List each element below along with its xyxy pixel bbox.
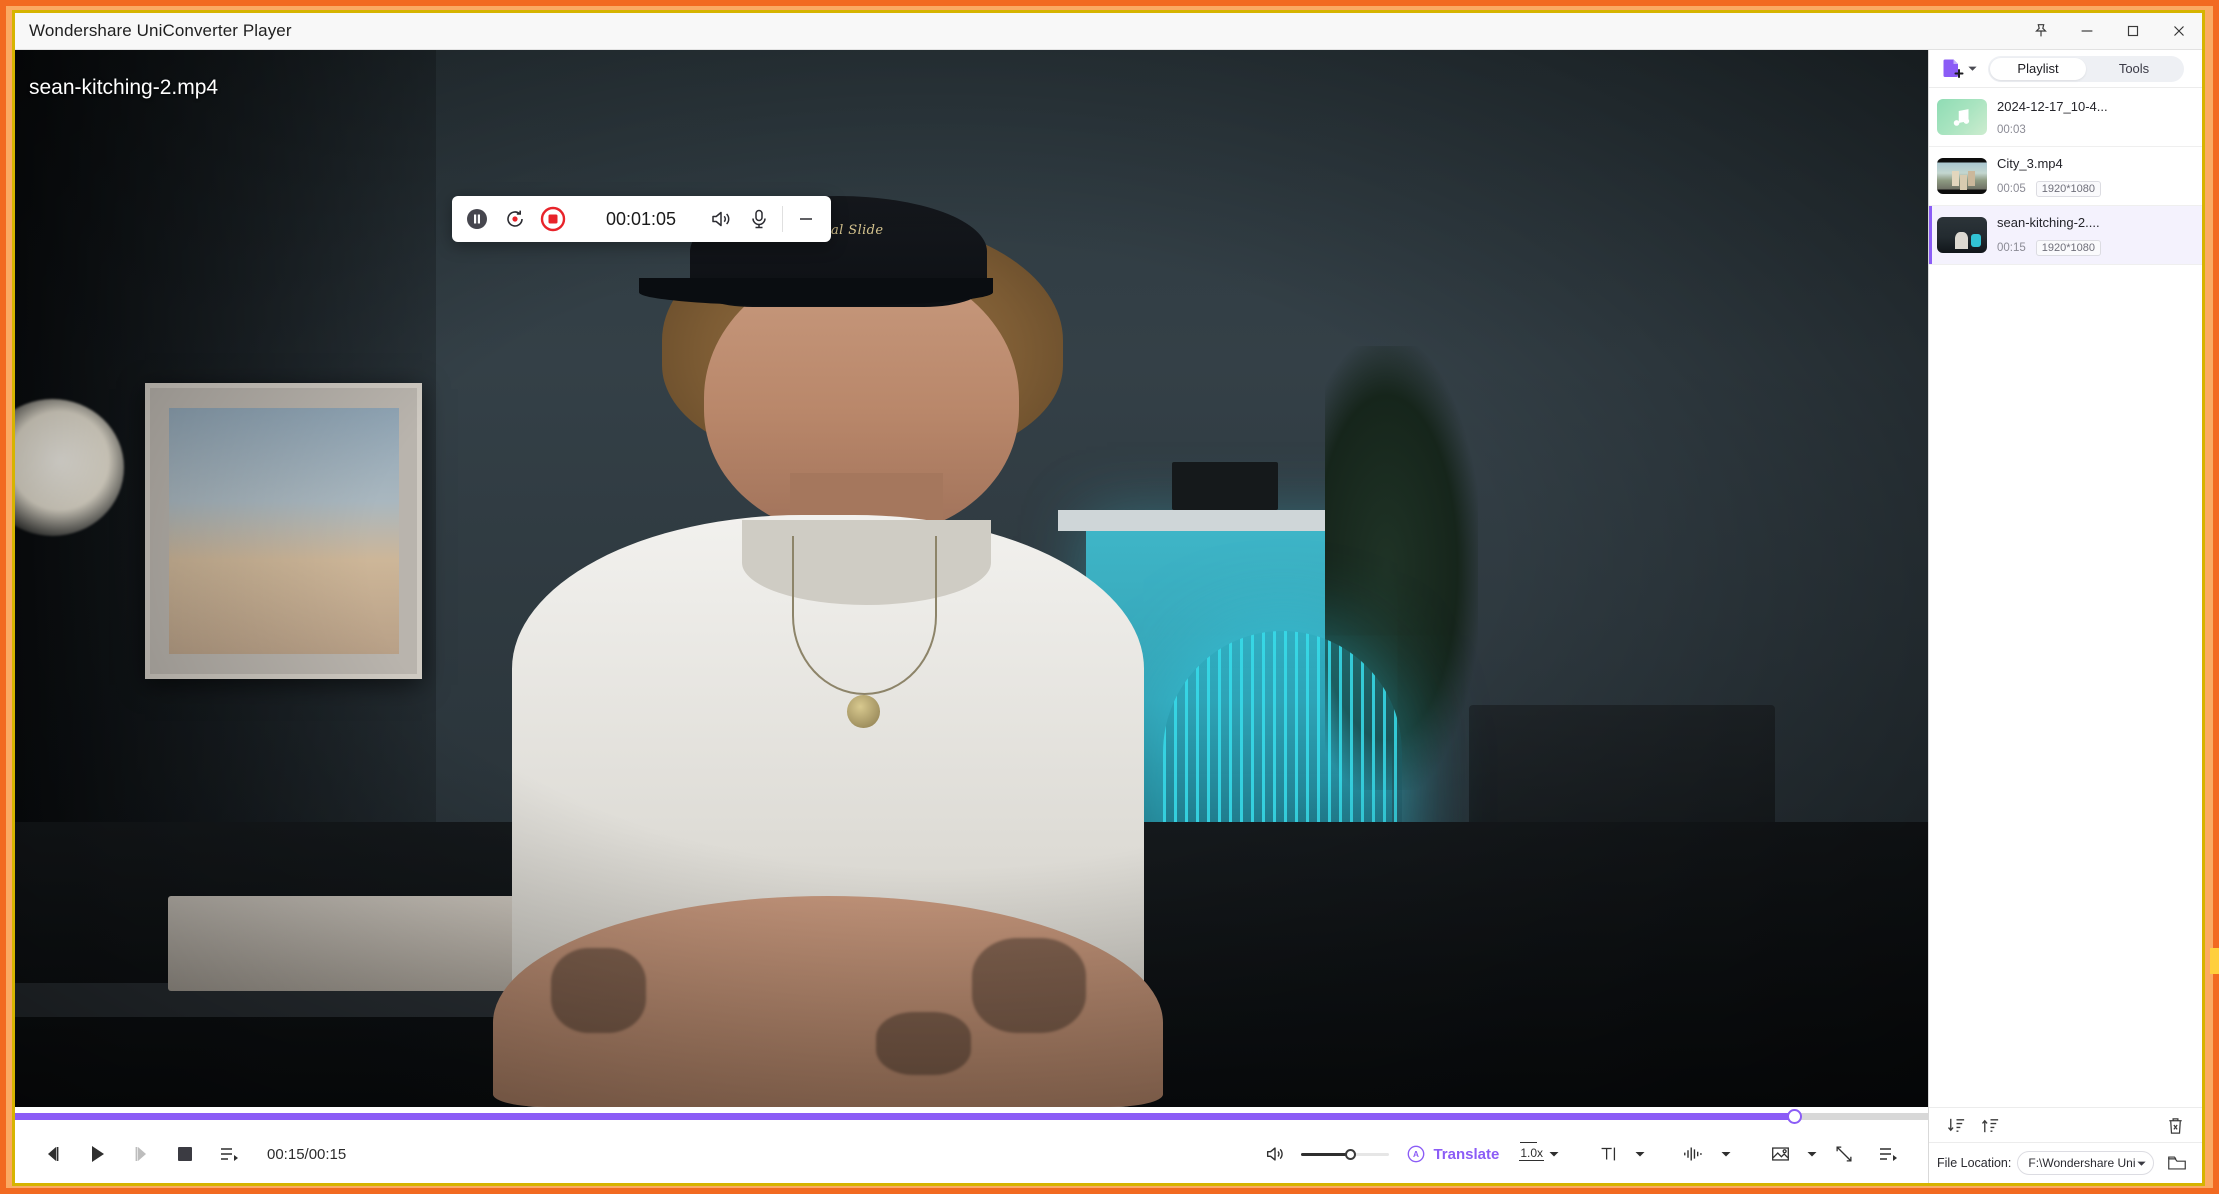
volume-icon[interactable] — [1253, 1132, 1297, 1176]
snapshot-control[interactable] — [1736, 1132, 1822, 1176]
volume-slider[interactable] — [1301, 1143, 1390, 1165]
progress-track[interactable] — [15, 1108, 1928, 1124]
sort-descending-icon[interactable] — [1939, 1110, 1973, 1140]
audio-track-icon[interactable] — [1672, 1132, 1716, 1176]
screen-root: Wondershare UniConverter Player sean-kit… — [0, 0, 2219, 1194]
video-stage[interactable]: Critical Slide sean-kitching-2.mp4 — [15, 50, 1928, 1107]
stop-icon[interactable] — [163, 1132, 207, 1176]
file-location-value: F:\Wondershare Uni — [2028, 1156, 2136, 1170]
maximize-icon[interactable] — [2110, 13, 2156, 50]
minimize-icon[interactable] — [2064, 13, 2110, 50]
audio-thumbnail — [1937, 99, 1987, 135]
list-item[interactable]: City_3.mp4 00:05 1920*1080 — [1929, 147, 2202, 206]
tab-playlist[interactable]: Playlist — [1990, 57, 2086, 80]
player-panel: Critical Slide sean-kitching-2.mp4 — [15, 50, 1928, 1183]
speed-label: 1.0x — [1519, 1141, 1544, 1162]
file-location-label: File Location: — [1937, 1156, 2012, 1170]
item-duration: 00:15 — [1997, 241, 2026, 254]
microphone-icon[interactable] — [740, 200, 778, 238]
speaker-icon[interactable] — [702, 200, 740, 238]
delete-all-icon[interactable] — [2158, 1110, 2192, 1140]
progress-handle — [1786, 1108, 1802, 1124]
video-thumbnail — [1937, 158, 1987, 194]
chevron-down-icon[interactable] — [2136, 1158, 2147, 1169]
chevron-down-icon[interactable] — [1544, 1148, 1564, 1160]
playback-progress[interactable] — [15, 1107, 1928, 1125]
snapshot-icon[interactable] — [1758, 1132, 1802, 1176]
playlist-list: 2024-12-17_10-4... 00:03 City_3.mp4 00:0… — [1929, 88, 2202, 1107]
play-icon[interactable] — [75, 1132, 119, 1176]
chevron-down-icon[interactable] — [1716, 1148, 1736, 1160]
add-file-button[interactable] — [1939, 56, 1978, 82]
progress-fill — [15, 1112, 1795, 1120]
sidebar-header: Playlist Tools — [1929, 50, 2202, 88]
subtitle-control[interactable] — [1564, 1132, 1650, 1176]
list-item-selected[interactable]: sean-kitching-2.... 00:15 1920*1080 — [1929, 206, 2202, 265]
close-icon[interactable] — [2156, 13, 2202, 50]
playlist-icon[interactable] — [1866, 1132, 1910, 1176]
window-controls — [2018, 13, 2202, 50]
title-bar: Wondershare UniConverter Player — [15, 13, 2202, 50]
video-filename-overlay: sean-kitching-2.mp4 — [29, 76, 219, 99]
video-thumbnail — [1937, 217, 1987, 253]
open-folder-icon[interactable] — [2160, 1148, 2194, 1178]
recording-elapsed-time: 00:01:05 — [606, 208, 677, 229]
item-name: City_3.mp4 — [1997, 155, 2063, 171]
application-window: Wondershare UniConverter Player sean-kit… — [15, 13, 2202, 1183]
audio-track-control[interactable] — [1650, 1132, 1736, 1176]
chevron-down-icon[interactable] — [1967, 63, 1978, 74]
chevron-down-icon[interactable] — [1802, 1148, 1822, 1160]
playlist-tools-bar — [1929, 1107, 2202, 1143]
background-promo-badge — [2210, 948, 2219, 974]
previous-icon[interactable] — [31, 1132, 75, 1176]
svg-text:A: A — [1413, 1150, 1419, 1159]
next-icon[interactable] — [119, 1132, 163, 1176]
window-body: Critical Slide sean-kitching-2.mp4 — [15, 50, 2202, 1183]
time-display: 00:15/00:15 — [267, 1145, 347, 1163]
video-frame-content: Critical Slide — [15, 50, 1928, 1107]
item-duration: 00:05 — [1997, 182, 2026, 195]
file-location-dropdown[interactable]: F:\Wondershare Uni — [2017, 1151, 2154, 1175]
list-item[interactable]: 2024-12-17_10-4... 00:03 — [1929, 88, 2202, 147]
player-right-tools: A Translate 1.0x — [1237, 1132, 1928, 1176]
item-duration: 00:03 — [1997, 123, 2026, 136]
file-location-row: File Location: F:\Wondershare Uni — [1929, 1143, 2202, 1183]
fullscreen-icon[interactable] — [1822, 1132, 1866, 1176]
translate-button[interactable]: A Translate — [1399, 1143, 1513, 1165]
item-name: sean-kitching-2.... — [1997, 214, 2100, 230]
item-resolution: 1920*1080 — [2035, 180, 2102, 197]
minimize-recorder-icon[interactable] — [787, 200, 825, 238]
playback-speed-control[interactable]: 1.0x — [1513, 1141, 1564, 1162]
item-resolution: 1920*1080 — [2035, 239, 2102, 256]
subtitle-icon[interactable] — [1586, 1132, 1630, 1176]
translate-label: Translate — [1433, 1145, 1500, 1163]
stop-recording-icon[interactable] — [534, 200, 572, 238]
item-name: 2024-12-17_10-4... — [1997, 98, 2108, 114]
sort-ascending-icon[interactable] — [1973, 1110, 2007, 1140]
player-controls-bar: 00:15/00:15 A Translate 1.0x — [15, 1125, 1928, 1183]
sidebar-tabs: Playlist Tools — [1988, 55, 2184, 82]
pause-recording-icon[interactable] — [458, 200, 496, 238]
sidebar-panel: Playlist Tools 2024-12-17_10-4... 00:03 … — [1928, 50, 2202, 1183]
restart-recording-icon[interactable] — [496, 200, 534, 238]
playlist-toggle-icon[interactable] — [207, 1132, 251, 1176]
chevron-down-icon[interactable] — [1630, 1148, 1650, 1160]
pin-icon[interactable] — [2018, 13, 2064, 50]
screen-recorder-toolbar: 00:01:05 — [452, 196, 832, 242]
window-title: Wondershare UniConverter Player — [29, 21, 292, 40]
tab-tools[interactable]: Tools — [2086, 58, 2182, 80]
